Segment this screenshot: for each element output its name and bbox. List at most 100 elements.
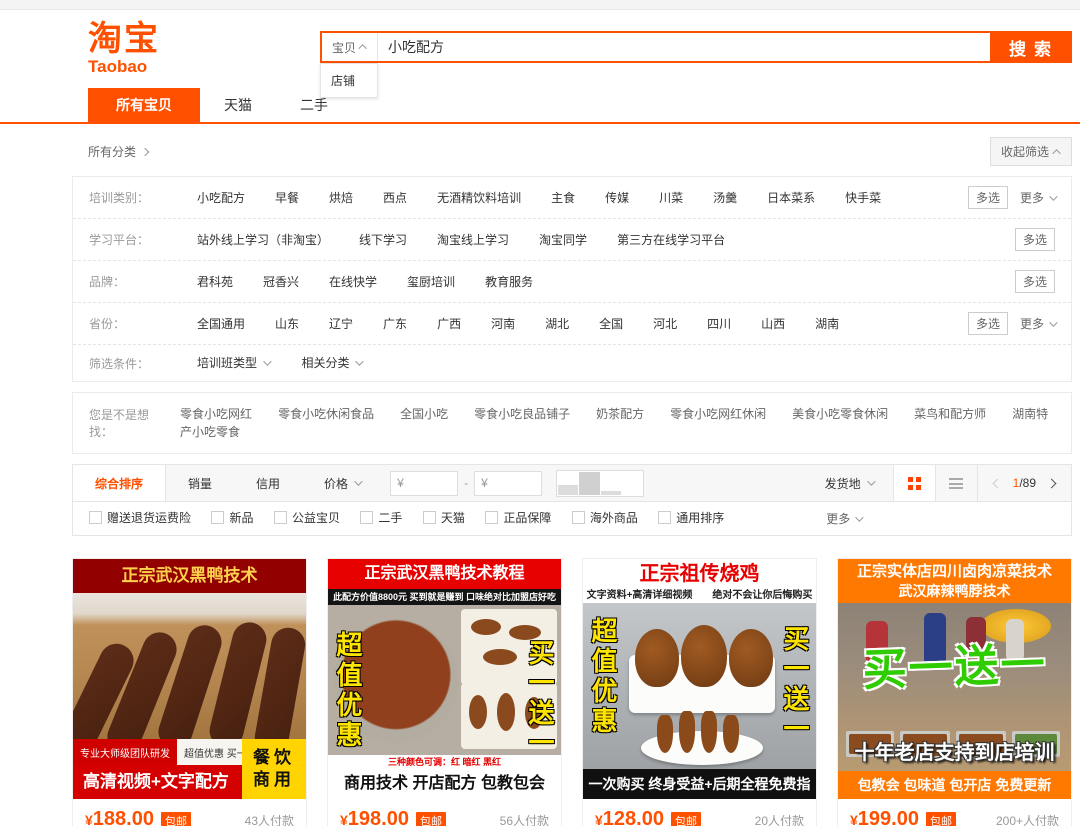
next-page-icon[interactable] [1047, 478, 1057, 488]
filter-option[interactable]: 山东 [275, 313, 299, 334]
filter-option[interactable]: 快手菜 [845, 187, 881, 208]
sort-price[interactable]: 价格 [302, 465, 382, 501]
image-corner-badge: 餐饮 商用 [242, 739, 306, 799]
quick-filter-checkbox[interactable]: 天猫 [423, 509, 465, 526]
chevron-down-icon [354, 477, 362, 485]
grid-view-button[interactable] [893, 465, 935, 501]
multi-select-button[interactable]: 多选 [1015, 270, 1055, 293]
product-card[interactable]: 正宗实体店四川卤肉凉菜技术 武汉麻辣鸭脖技术 买一送一 十年老店支持到店培训 包 [837, 558, 1072, 826]
filter-option[interactable]: 君科苑 [197, 271, 233, 292]
ship-from-dropdown[interactable]: 发货地 [805, 465, 893, 501]
filter-option[interactable]: 淘宝线上学习 [437, 229, 509, 250]
suggestion-link[interactable]: 奶茶配方 [596, 407, 644, 421]
filter-option[interactable]: 站外线上学习（非淘宝） [197, 229, 329, 250]
multi-select-button[interactable]: 多选 [1015, 228, 1055, 251]
filter-option[interactable]: 玺厨培训 [407, 271, 455, 292]
filter-option[interactable]: 线下学习 [359, 229, 407, 250]
filter-option[interactable]: 湖南 [815, 313, 839, 334]
search-category-menu-item[interactable]: 店铺 [321, 64, 377, 97]
image-left-vertical-text: 超值优惠 [585, 617, 622, 737]
quick-filter-checkbox[interactable]: 赠送退货运费险 [89, 509, 191, 526]
breadcrumb[interactable]: 所有分类 [88, 143, 148, 160]
quick-filter-checkbox[interactable]: 新品 [211, 509, 253, 526]
filter-option[interactable]: 汤羹 [713, 187, 737, 208]
currency-symbol: ¥ [481, 476, 488, 490]
filter-option[interactable]: 全国通用 [197, 313, 245, 334]
product-image[interactable]: 正宗武汉黑鸭技术教程 此配方价值8800元 买到就是赚到 口味绝对比加盟店好吃 [328, 559, 561, 799]
filter-label: 学习平台： [89, 231, 197, 248]
quick-filter-checkbox[interactable]: 通用排序 [658, 509, 724, 526]
filter-option[interactable]: 烘焙 [329, 187, 353, 208]
product-card[interactable]: 正宗武汉黑鸭技术 专业大师级团队研发 超值优惠 买一送一 餐饮 商用 高清视频+… [72, 558, 307, 826]
filter-label: 培训类别： [89, 189, 197, 206]
filter-option[interactable]: 传媒 [605, 187, 629, 208]
prev-page-icon[interactable] [992, 478, 1002, 488]
filter-option[interactable]: 淘宝同学 [539, 229, 587, 250]
product-image[interactable]: 正宗祖传烧鸡 文字资料+高清详细视频 绝对不会让你后悔购买 超值优惠 买一送一 … [583, 559, 816, 799]
filter-option[interactable]: 四川 [707, 313, 731, 334]
tab-tmall[interactable]: 天猫 [200, 88, 276, 122]
product-price: ¥128.00 [595, 808, 664, 826]
filter-option[interactable]: 第三方在线学习平台 [617, 229, 725, 250]
filter-option[interactable]: 河北 [653, 313, 677, 334]
price-max-field[interactable]: ¥ [474, 471, 542, 496]
filter-option[interactable]: 小吃配方 [197, 187, 245, 208]
collapse-filters-button[interactable]: 收起筛选 [990, 137, 1072, 166]
filter-option[interactable]: 日本菜系 [767, 187, 815, 208]
filter-option[interactable]: 辽宁 [329, 313, 353, 334]
product-image[interactable]: 正宗武汉黑鸭技术 专业大师级团队研发 超值优惠 买一送一 餐饮 商用 高清视频+… [73, 559, 306, 799]
price-histogram[interactable] [556, 470, 644, 497]
filter-dropdown-related-category[interactable]: 相关分类 [301, 354, 361, 371]
more-button[interactable]: 更多 [1020, 189, 1055, 206]
filter-option[interactable]: 在线快学 [329, 271, 377, 292]
filter-option[interactable]: 广东 [383, 313, 407, 334]
filter-option[interactable]: 教育服务 [485, 271, 533, 292]
product-card[interactable]: 正宗武汉黑鸭技术教程 此配方价值8800元 买到就是赚到 口味绝对比加盟店好吃 [327, 558, 562, 826]
product-card[interactable]: 正宗祖传烧鸡 文字资料+高清详细视频 绝对不会让你后悔购买 超值优惠 买一送一 … [582, 558, 817, 826]
suggestion-link[interactable]: 美食小吃零食休闲 [792, 407, 888, 421]
product-image[interactable]: 正宗实体店四川卤肉凉菜技术 武汉麻辣鸭脖技术 买一送一 十年老店支持到店培训 包 [838, 559, 1071, 799]
quick-filter-checkbox[interactable]: 海外商品 [572, 509, 638, 526]
filter-option[interactable]: 川菜 [659, 187, 683, 208]
sort-sales[interactable]: 销量 [166, 465, 234, 501]
filter-option[interactable]: 全国 [599, 313, 623, 334]
sort-composite[interactable]: 综合排序 [73, 465, 166, 501]
quick-filter-more-button[interactable]: 更多 [826, 510, 861, 527]
quick-filter-checkbox[interactable]: 公益宝贝 [274, 509, 340, 526]
multi-select-button[interactable]: 多选 [968, 186, 1008, 209]
image-mid-text: 十年老店支持到店培训 [838, 736, 1071, 765]
search-category-selector[interactable]: 宝贝 [322, 33, 378, 61]
suggestion-link[interactable]: 零食小吃网红 [180, 407, 252, 421]
filter-option[interactable]: 广西 [437, 313, 461, 334]
suggestion-link[interactable]: 零食小吃休闲食品 [278, 407, 374, 421]
list-view-button[interactable] [935, 465, 977, 501]
image-banner-top: 正宗武汉黑鸭技术教程 [328, 559, 561, 589]
suggestion-link[interactable]: 零食小吃良品铺子 [474, 407, 570, 421]
suggestion-link[interactable]: 零食小吃网红休闲 [670, 407, 766, 421]
multi-select-button[interactable]: 多选 [968, 312, 1008, 335]
filter-option[interactable]: 冠香兴 [263, 271, 299, 292]
sort-credit[interactable]: 信用 [234, 465, 302, 501]
filter-option[interactable]: 西点 [383, 187, 407, 208]
filter-option[interactable]: 湖北 [545, 313, 569, 334]
tab-all-items[interactable]: 所有宝贝 [88, 88, 200, 122]
search-input[interactable] [378, 33, 990, 61]
price-max-input[interactable] [492, 476, 535, 490]
filter-option[interactable]: 山西 [761, 313, 785, 334]
price-min-field[interactable]: ¥ [390, 471, 458, 496]
quick-filter-checkbox[interactable]: 二手 [360, 509, 402, 526]
filter-option[interactable]: 河南 [491, 313, 515, 334]
filter-option[interactable]: 早餐 [275, 187, 299, 208]
suggestion-link[interactable]: 菜鸟和配方师 [914, 407, 986, 421]
more-button[interactable]: 更多 [1020, 315, 1055, 332]
price-min-input[interactable] [408, 476, 451, 490]
taobao-logo[interactable]: 淘宝 Taobao [88, 22, 160, 75]
filter-option[interactable]: 无酒精饮料培训 [437, 187, 521, 208]
checkbox-icon [211, 511, 224, 524]
suggestion-link[interactable]: 全国小吃 [400, 407, 448, 421]
breadcrumb-label: 所有分类 [88, 143, 136, 160]
filter-option[interactable]: 主食 [551, 187, 575, 208]
search-button[interactable]: 搜索 [990, 33, 1070, 61]
filter-dropdown-class-type[interactable]: 培训班类型 [197, 354, 269, 371]
quick-filter-checkbox[interactable]: 正品保障 [485, 509, 551, 526]
